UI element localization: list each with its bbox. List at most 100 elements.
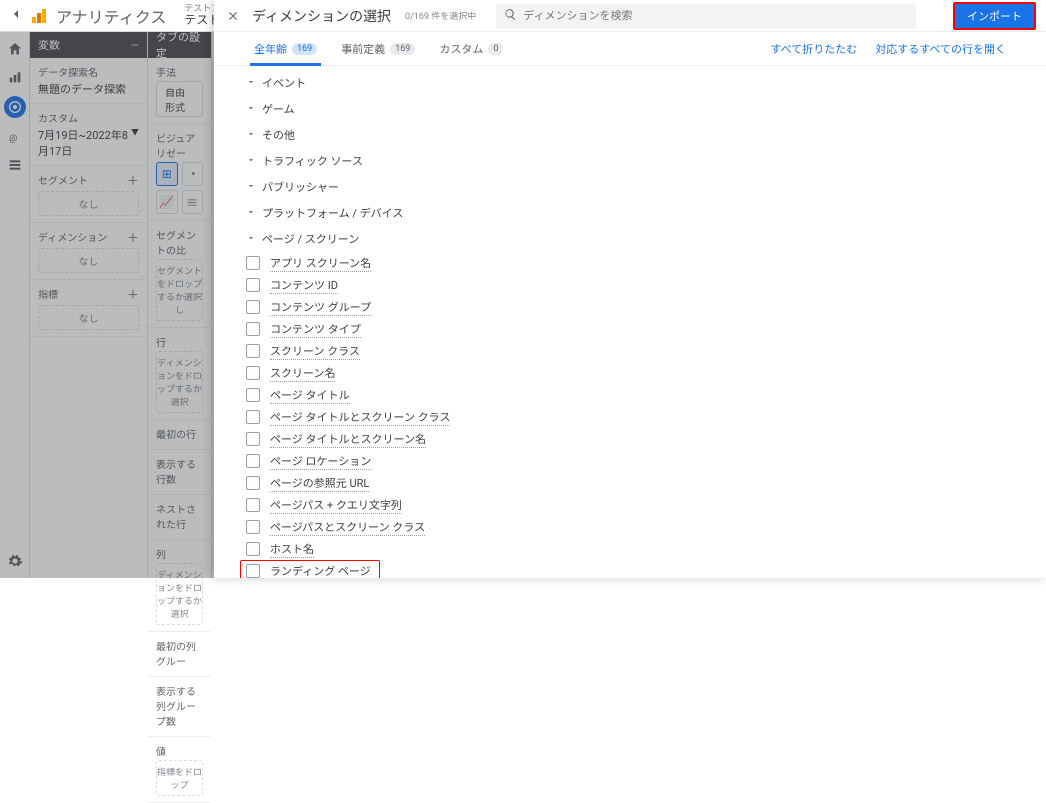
showrows-label: 表示する行数 xyxy=(156,456,203,486)
tab-all[interactable]: 全年齢169 xyxy=(254,32,317,65)
group-label: パブリッシャー xyxy=(262,179,339,195)
technique-chip[interactable]: 自由形式 xyxy=(156,81,203,117)
metrics-dropzone[interactable]: なし xyxy=(38,305,139,330)
values-label: 値 xyxy=(156,743,203,758)
add-metric-button[interactable]: ＋ xyxy=(127,286,139,303)
viz-label: ビジュアリゼー xyxy=(156,130,203,160)
explore-icon[interactable] xyxy=(4,96,26,118)
checkbox[interactable] xyxy=(246,300,260,314)
dimension-item[interactable]: ページパス + クエリ文字列 xyxy=(240,494,1006,516)
dimension-group[interactable]: その他 xyxy=(240,122,1006,148)
exploration-name-value[interactable]: 無題のデータ探索 xyxy=(38,81,139,97)
checkbox[interactable] xyxy=(246,564,260,578)
configure-icon[interactable] xyxy=(6,156,24,174)
checkbox[interactable] xyxy=(246,344,260,358)
dimension-group[interactable]: イベント xyxy=(240,70,1006,96)
viz-donut-icon[interactable]: ◔ xyxy=(182,162,204,186)
chevron-up-icon xyxy=(240,155,262,168)
dimension-search[interactable] xyxy=(496,4,916,28)
reports-icon[interactable] xyxy=(6,68,24,86)
rows-dropzone[interactable]: ディメンションをドロップするか選択 xyxy=(156,351,203,413)
checkbox[interactable] xyxy=(246,454,260,468)
dimension-group[interactable]: トラフィック ソース xyxy=(240,148,1006,174)
segments-dropzone[interactable]: なし xyxy=(38,191,139,216)
segcmp-label: セグメントの比 xyxy=(156,227,203,257)
dimension-item[interactable]: ホスト名 xyxy=(240,538,1006,560)
exploration-name-label: データ探索名 xyxy=(38,64,139,79)
viz-table-icon[interactable]: ⊞ xyxy=(156,162,178,186)
search-input[interactable] xyxy=(523,10,908,22)
dimension-item[interactable]: コンテンツ グループ xyxy=(240,296,1006,318)
checkbox[interactable] xyxy=(246,366,260,380)
checkbox[interactable] xyxy=(246,476,260,490)
dimension-item-label: ページパス + クエリ文字列 xyxy=(270,497,402,514)
dimension-item-label: ページ ロケーション xyxy=(270,453,371,470)
values-dropzone[interactable]: 指標をドロップ xyxy=(156,760,203,796)
expand-all-link[interactable]: 対応するすべての行を開く xyxy=(875,41,1006,57)
dimension-group[interactable]: ページ / スクリーン xyxy=(240,226,1006,252)
checkbox[interactable] xyxy=(246,278,260,292)
checkbox[interactable] xyxy=(246,520,260,534)
chevron-up-icon xyxy=(240,129,262,142)
tab-custom[interactable]: カスタム0 xyxy=(439,32,503,65)
rows-label: 行 xyxy=(156,334,203,349)
dimension-item[interactable]: コンテンツ タイプ xyxy=(240,318,1006,340)
dimension-item[interactable]: ページ ロケーション xyxy=(240,450,1006,472)
modal-subtitle: 0/169 件を選択中 xyxy=(405,9,476,22)
dimensions-dropzone[interactable]: なし xyxy=(38,248,139,273)
dimension-item-label: ホスト名 xyxy=(270,541,314,558)
import-button[interactable]: インポート xyxy=(953,2,1036,30)
collapse-all-link[interactable]: すべて折りたたむ xyxy=(770,41,857,57)
advertising-icon[interactable]: @ xyxy=(6,128,24,146)
viz-line-icon[interactable]: 📈 xyxy=(156,190,178,214)
dimension-item[interactable]: ページ タイトル xyxy=(240,384,1006,406)
gear-icon[interactable] xyxy=(6,552,24,570)
svg-text:@: @ xyxy=(9,133,17,144)
cols-dropzone[interactable]: ディメンションをドロップするか選択 xyxy=(156,563,203,625)
dimension-item[interactable]: スクリーン名 xyxy=(240,362,1006,384)
chevron-down-icon xyxy=(240,233,262,246)
dimension-item-label: スクリーン名 xyxy=(270,365,335,382)
dimension-item-label: ページ タイトル xyxy=(270,387,350,404)
dimension-item-label: ページの参照元 URL xyxy=(270,475,369,492)
segcmp-dropzone[interactable]: セグメントをドロップするか選択し xyxy=(156,259,203,321)
dimension-item-label: ランディング ページ xyxy=(270,563,371,579)
checkbox[interactable] xyxy=(246,542,260,556)
dimension-item[interactable]: ページ タイトルとスクリーン クラス xyxy=(240,406,1006,428)
checkbox[interactable] xyxy=(246,410,260,424)
checkbox[interactable] xyxy=(246,498,260,512)
close-icon[interactable] xyxy=(224,7,242,25)
tab-predefined[interactable]: 事前定義169 xyxy=(341,32,415,65)
dimension-item-label: アプリ スクリーン名 xyxy=(270,255,371,272)
dimension-item[interactable]: スクリーン クラス xyxy=(240,340,1006,362)
home-icon[interactable] xyxy=(6,40,24,58)
chevron-up-icon xyxy=(240,77,262,90)
dimension-item[interactable]: ページ タイトルとスクリーン名 xyxy=(240,428,1006,450)
minimize-icon[interactable]: — xyxy=(130,39,139,52)
dimension-item[interactable]: ランディング ページ xyxy=(240,560,380,578)
checkbox[interactable] xyxy=(246,388,260,402)
dimension-item-label: スクリーン クラス xyxy=(270,343,360,360)
dimension-item-label: ページ タイトルとスクリーン名 xyxy=(270,431,426,448)
dimension-item[interactable]: コンテンツ ID xyxy=(240,274,1006,296)
dimension-item[interactable]: アプリ スクリーン名 xyxy=(240,252,1006,274)
dimension-group[interactable]: ゲーム xyxy=(240,96,1006,122)
viz-bar-icon[interactable]: ≡ xyxy=(182,190,204,214)
add-segment-button[interactable]: ＋ xyxy=(127,172,139,189)
group-label: イベント xyxy=(262,75,306,91)
add-dimension-button[interactable]: ＋ xyxy=(127,229,139,246)
dimension-picker-modal: ディメンションの選択 0/169 件を選択中 インポート 全年齢169 事前定義… xyxy=(214,0,1046,578)
dimension-item-label: ページ タイトルとスクリーン クラス xyxy=(270,409,450,426)
dimension-item[interactable]: ページパスとスクリーン クラス xyxy=(240,516,1006,538)
checkbox[interactable] xyxy=(246,256,260,270)
back-arrow-icon[interactable] xyxy=(8,6,28,25)
daterange-value[interactable]: 7月19日~2022年8月17日▼ xyxy=(38,127,139,159)
dimension-group[interactable]: プラットフォーム / デバイス xyxy=(240,200,1006,226)
dimension-item[interactable]: ページの参照元 URL xyxy=(240,472,1006,494)
checkbox[interactable] xyxy=(246,322,260,336)
group-label: その他 xyxy=(262,127,295,143)
dimension-group[interactable]: パブリッシャー xyxy=(240,174,1006,200)
group-label: ゲーム xyxy=(262,101,295,117)
checkbox[interactable] xyxy=(246,432,260,446)
variables-panel-title: 変数 xyxy=(38,37,60,53)
